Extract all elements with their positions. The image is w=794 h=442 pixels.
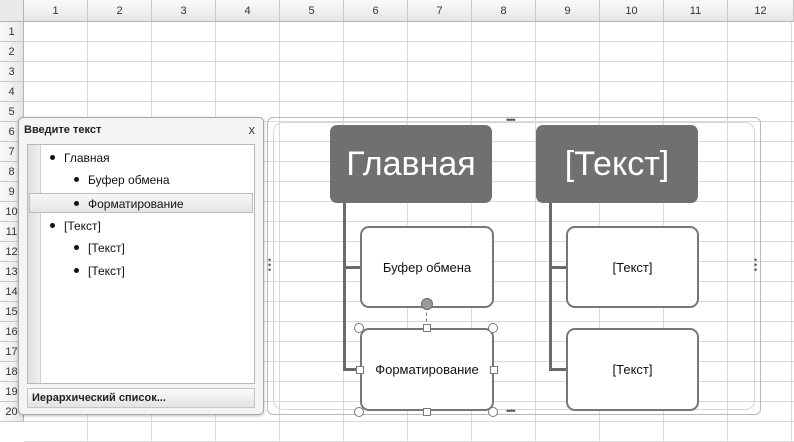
column-header[interactable]: 7 bbox=[408, 0, 472, 22]
resize-handle-icon[interactable] bbox=[423, 408, 431, 416]
column-header[interactable]: 3 bbox=[152, 0, 216, 22]
column-header[interactable]: 8 bbox=[472, 0, 536, 22]
resize-handle-icon[interactable] bbox=[356, 366, 364, 374]
bullet-icon bbox=[74, 201, 79, 207]
bullet-icon bbox=[74, 177, 79, 183]
bullet-icon bbox=[74, 268, 79, 274]
sub-shape-4[interactable]: [Текст] bbox=[566, 328, 699, 411]
list-item-label: [Текст] bbox=[88, 241, 125, 255]
layout-name-link[interactable]: Иерархический список... bbox=[27, 388, 255, 408]
text-pane-gutter bbox=[28, 145, 41, 383]
resize-handle-icon[interactable] bbox=[423, 324, 431, 332]
resize-handle-icon[interactable] bbox=[488, 323, 498, 333]
text-pane-list[interactable]: Главная Буфер обмена Форматирование [Тек… bbox=[27, 144, 255, 384]
list-item[interactable]: [Текст] bbox=[74, 261, 125, 281]
list-item[interactable]: [Текст] bbox=[50, 216, 101, 236]
resize-handle-icon[interactable] bbox=[488, 407, 498, 417]
sub-shape-3[interactable]: [Текст] bbox=[566, 226, 699, 308]
bullet-icon bbox=[50, 223, 55, 229]
column-header[interactable]: 2 bbox=[88, 0, 152, 22]
smartart-text-pane: Введите текст x Главная Буфер обмена Фор… bbox=[18, 117, 264, 415]
left-resize-grip-icon[interactable]: • • • bbox=[268, 256, 271, 275]
column-header[interactable]: 1 bbox=[24, 0, 88, 22]
column-header[interactable]: 11 bbox=[664, 0, 728, 22]
column-header[interactable]: 10 bbox=[600, 0, 664, 22]
rotate-handle-icon[interactable] bbox=[421, 298, 433, 310]
bullet-icon bbox=[74, 245, 79, 251]
row-header[interactable]: 2 bbox=[0, 42, 24, 62]
resize-handle-icon[interactable] bbox=[354, 407, 364, 417]
list-item-label: Буфер обмена bbox=[88, 173, 170, 187]
list-item-label: [Текст] bbox=[64, 219, 101, 233]
row-header[interactable]: 1 bbox=[0, 22, 24, 42]
close-icon[interactable]: x bbox=[249, 122, 256, 137]
column-header[interactable]: 9 bbox=[536, 0, 600, 22]
top-resize-grip-icon[interactable]: •••• bbox=[506, 115, 516, 125]
connector-line bbox=[343, 203, 346, 371]
main-shape-2[interactable]: [Текст] bbox=[536, 125, 698, 203]
list-item[interactable]: Буфер обмена bbox=[74, 170, 170, 190]
sub-shape-2-selected[interactable]: Форматирование bbox=[360, 328, 494, 411]
bottom-resize-grip-icon[interactable]: •••• bbox=[506, 406, 516, 416]
column-header[interactable]: 4 bbox=[216, 0, 280, 22]
row-header[interactable]: 4 bbox=[0, 82, 24, 102]
list-item[interactable]: [Текст] bbox=[74, 238, 125, 258]
list-item-label: Главная bbox=[64, 151, 110, 165]
resize-handle-icon[interactable] bbox=[354, 323, 364, 333]
connector-line bbox=[343, 266, 361, 269]
list-item[interactable]: Главная bbox=[50, 148, 110, 168]
list-item-selected[interactable]: Форматирование bbox=[29, 193, 253, 213]
connector-line bbox=[549, 203, 552, 371]
resize-handle-icon[interactable] bbox=[490, 366, 498, 374]
select-all-corner[interactable] bbox=[0, 0, 24, 22]
text-pane-title: Введите текст bbox=[24, 124, 102, 136]
row-header[interactable]: 3 bbox=[0, 62, 24, 82]
main-shape-1[interactable]: Главная bbox=[330, 125, 492, 203]
column-header[interactable]: 12 bbox=[728, 0, 794, 22]
right-resize-grip-icon[interactable]: • • • bbox=[754, 256, 757, 275]
connector-line bbox=[549, 368, 567, 371]
list-item-label: Форматирование bbox=[88, 197, 184, 211]
connector-line bbox=[549, 266, 567, 269]
column-header[interactable]: 6 bbox=[344, 0, 408, 22]
list-item-label: [Текст] bbox=[88, 264, 125, 278]
sub-shape-1[interactable]: Буфер обмена bbox=[360, 226, 494, 308]
bullet-icon bbox=[50, 155, 55, 161]
column-header[interactable]: 5 bbox=[280, 0, 344, 22]
